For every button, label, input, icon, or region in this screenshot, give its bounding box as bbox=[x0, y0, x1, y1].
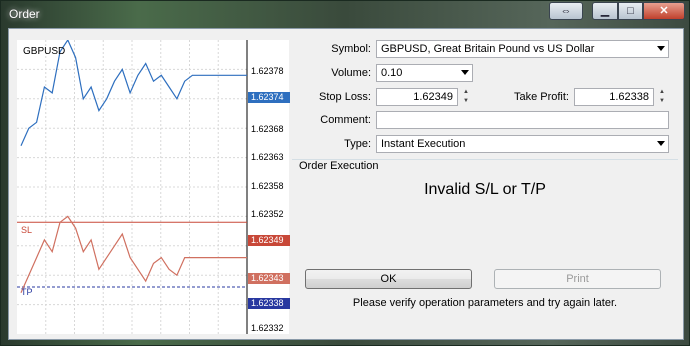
order-window: Order ⇔ ▁ □ ✕ GBPUSD 1.62378 1.62368 1.6… bbox=[0, 0, 690, 346]
price-axis-label: 1.62358 bbox=[251, 181, 284, 191]
spin-up-icon[interactable]: ▲ bbox=[460, 88, 472, 97]
stop-loss-spinner[interactable]: ▲ ▼ bbox=[460, 88, 472, 106]
stop-loss-price-tag: 1.62349 bbox=[248, 235, 290, 246]
take-profit-price-tag: 1.62338 bbox=[248, 298, 290, 309]
tick-chart: GBPUSD 1.62378 1.62368 1.62363 1.62358 1… bbox=[17, 40, 290, 334]
price-axis-label: 1.62368 bbox=[251, 124, 284, 134]
take-profit-input[interactable]: 1.62338 bbox=[574, 88, 654, 106]
volume-label: Volume: bbox=[331, 67, 371, 79]
chevron-down-icon bbox=[461, 70, 469, 75]
ask-price-tag: 1.62374 bbox=[248, 92, 290, 103]
chart-canvas bbox=[17, 40, 248, 334]
hint-text: Please verify operation parameters and t… bbox=[352, 297, 618, 309]
price-axis-label: 1.62363 bbox=[251, 152, 284, 162]
symbol-value: GBPUSD, Great Britain Pound vs US Dollar bbox=[381, 43, 595, 55]
minimize-button[interactable]: ▁ bbox=[592, 2, 618, 20]
type-label: Type: bbox=[344, 138, 371, 150]
order-execution-title: Order Execution bbox=[297, 160, 381, 172]
maximize-button[interactable]: □ bbox=[618, 2, 643, 20]
chevron-down-icon bbox=[657, 141, 665, 146]
comment-input[interactable] bbox=[376, 111, 669, 129]
price-axis-label: 1.62378 bbox=[251, 66, 284, 76]
resize-arrows-icon[interactable]: ⇔ bbox=[549, 2, 583, 20]
title-bar[interactable]: Order ⇔ ▁ □ ✕ bbox=[1, 1, 689, 27]
error-message: Invalid S/L or T/P bbox=[424, 181, 546, 198]
stop-loss-label: Stop Loss: bbox=[319, 91, 371, 103]
symbol-dropdown[interactable]: GBPUSD, Great Britain Pound vs US Dollar bbox=[376, 40, 669, 58]
bid-price-tag: 1.62343 bbox=[248, 273, 290, 284]
take-profit-label: Take Profit: bbox=[513, 91, 569, 103]
bid-series-line bbox=[20, 215, 247, 294]
ok-button[interactable]: OK bbox=[305, 269, 472, 289]
window-title: Order bbox=[9, 7, 40, 21]
spin-down-icon[interactable]: ▼ bbox=[460, 97, 472, 106]
stop-loss-input[interactable]: 1.62349 bbox=[376, 88, 458, 106]
chart-symbol-label: GBPUSD bbox=[23, 46, 66, 57]
price-axis-label: 1.62352 bbox=[251, 209, 284, 219]
sl-line-label: SL bbox=[21, 225, 33, 235]
take-profit-spinner[interactable]: ▲ ▼ bbox=[656, 88, 668, 106]
order-type-dropdown[interactable]: Instant Execution bbox=[376, 135, 669, 153]
volume-combobox[interactable]: 0.10 bbox=[376, 64, 473, 82]
volume-value: 0.10 bbox=[381, 67, 403, 79]
dialog-client: GBPUSD 1.62378 1.62368 1.62363 1.62358 1… bbox=[8, 28, 684, 340]
chevron-down-icon bbox=[657, 46, 665, 51]
spin-up-icon[interactable]: ▲ bbox=[656, 88, 668, 97]
symbol-label: Symbol: bbox=[331, 43, 371, 55]
spin-down-icon[interactable]: ▼ bbox=[656, 97, 668, 106]
close-button[interactable]: ✕ bbox=[643, 2, 685, 20]
print-button[interactable]: Print bbox=[494, 269, 661, 289]
price-axis-label: 1.62332 bbox=[251, 323, 284, 333]
tp-line-label: TP bbox=[21, 287, 33, 297]
comment-label: Comment: bbox=[320, 114, 371, 126]
order-type-value: Instant Execution bbox=[381, 138, 466, 150]
